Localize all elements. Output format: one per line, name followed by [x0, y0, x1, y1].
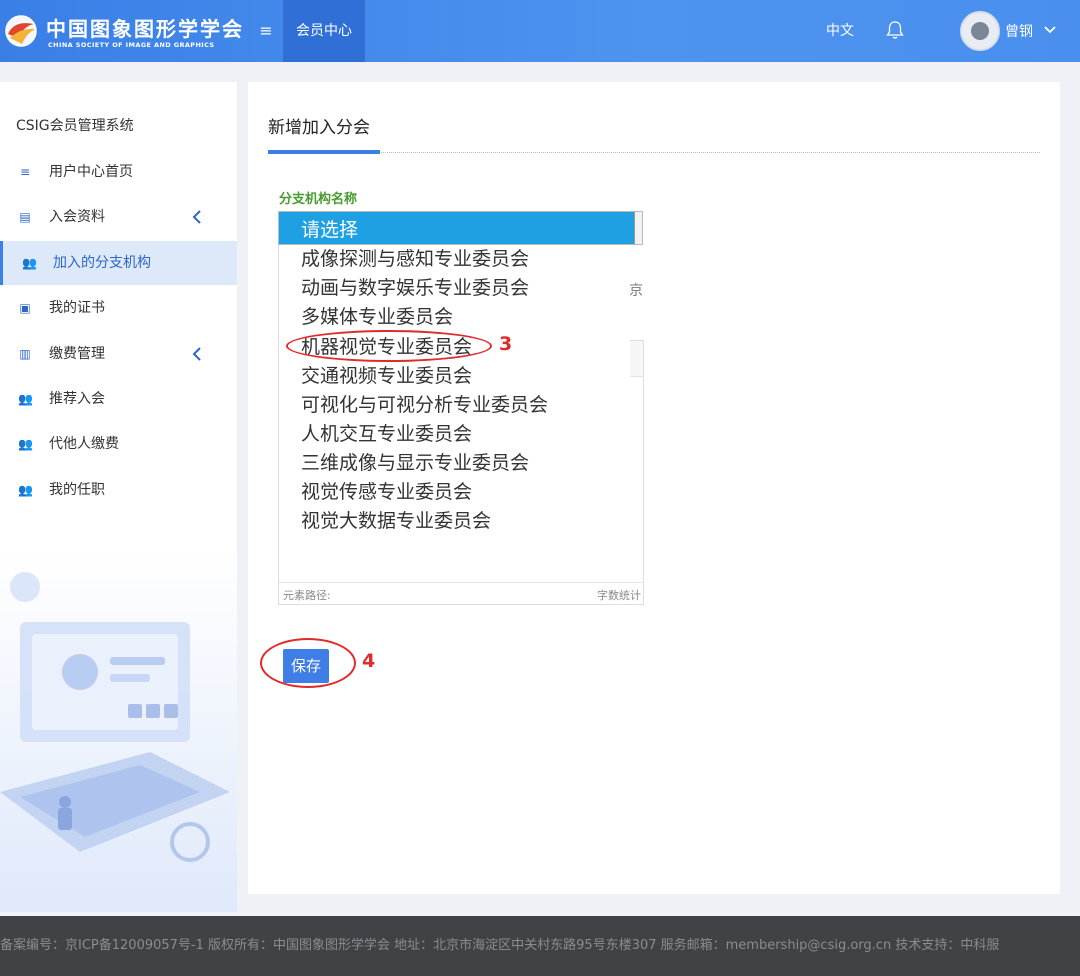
- sidebar-item-branches[interactable]: 👥 加入的分支机构: [0, 241, 237, 285]
- sidebar-item-label: 我的证书: [49, 300, 105, 316]
- dropdown-option[interactable]: 可视化与可视分析专业委员会: [301, 391, 548, 420]
- dropdown-option[interactable]: 多媒体专业委员会: [301, 303, 453, 332]
- sidebar-item-recommend[interactable]: 👥 推荐入会: [0, 377, 237, 421]
- logo-mark-icon: [5, 15, 37, 47]
- payment-icon: ▥: [19, 347, 31, 361]
- sidebar-illustration: [0, 552, 237, 912]
- profile-icon: ▤: [19, 210, 31, 224]
- sidebar-item-label: 缴费管理: [49, 346, 105, 362]
- dropdown-option[interactable]: 交通视频专业委员会: [301, 362, 472, 391]
- annotation-circle-step4: [260, 638, 356, 688]
- users-icon: 👥: [18, 483, 33, 497]
- avatar: [960, 11, 1000, 51]
- sidebar-item-certificate[interactable]: ▣ 我的证书: [0, 286, 237, 330]
- branch-select-value: 请选择: [301, 219, 359, 241]
- dropdown-option[interactable]: 动画与数字娱乐专业委员会: [301, 274, 529, 303]
- dropdown-option[interactable]: 成像探测与感知专业委员会: [301, 245, 529, 274]
- branch-dropdown: 成像探测与感知专业委员会 动画与数字娱乐专业委员会 多媒体专业委员会 机器视觉专…: [278, 245, 630, 537]
- annotation-circle-step3: [286, 330, 492, 362]
- main-panel: 新增加入分会 分支机构名称 京 元素路径: 字数统计 请选择 成像探测与感知专业…: [248, 82, 1060, 894]
- branch-select[interactable]: 请选择: [278, 211, 643, 245]
- sidebar-item-label: 代他人缴费: [49, 436, 119, 452]
- sidebar-item-payment[interactable]: ▥ 缴费管理: [0, 332, 237, 376]
- certificate-icon: ▣: [19, 301, 31, 315]
- sidebar-item-label: 推荐入会: [49, 391, 105, 407]
- sidebar-title: CSIG会员管理系统: [16, 118, 134, 134]
- dropdown-option[interactable]: 视觉传感专业委员会: [301, 478, 472, 507]
- sidebar-item-label: 入会资料: [49, 209, 105, 225]
- title-divider: [268, 152, 1040, 153]
- annotation-number-step3: 3: [499, 333, 513, 355]
- sidebar: CSIG会员管理系统 ≡ 用户中心首页 ▤ 入会资料 👥 加入的分支机构 ▣ 我…: [0, 82, 237, 912]
- page-title: 新增加入分会: [268, 118, 370, 138]
- users-icon: 👥: [18, 437, 33, 451]
- dropdown-option[interactable]: 三维成像与显示专业委员会: [301, 449, 529, 478]
- user-menu[interactable]: 曾钢: [960, 10, 1064, 52]
- user-name: 曾钢: [1005, 24, 1033, 40]
- chevron-down-icon: [1044, 26, 1056, 34]
- sidebar-item-membership-info[interactable]: ▤ 入会资料: [0, 195, 237, 239]
- branch-name-label: 分支机构名称: [279, 192, 358, 207]
- menu-icon[interactable]: ≡: [256, 20, 276, 42]
- sidebar-item-label: 用户中心首页: [49, 164, 133, 180]
- annotation-number-step4: 4: [362, 650, 376, 672]
- list-icon: ≡: [19, 165, 31, 179]
- sidebar-item-positions[interactable]: 👥 我的任职: [0, 468, 237, 512]
- sidebar-item-home[interactable]: ≡ 用户中心首页: [0, 150, 237, 194]
- users-icon: 👥: [18, 392, 33, 406]
- title-accent-bar: [268, 150, 380, 154]
- sidebar-item-label: 加入的分支机构: [53, 255, 151, 271]
- logo-chinese-text: 中国图象图形学学会: [46, 17, 244, 41]
- editor-word-count: 字数统计: [597, 589, 641, 602]
- footer-text: 备案编号：京ICP备12009057号-1 版权所有：中国图象图形学学会 地址：…: [0, 938, 1000, 953]
- chevron-left-icon: [192, 347, 201, 361]
- sidebar-item-pay-for-others[interactable]: 👥 代他人缴费: [0, 422, 237, 466]
- sidebar-item-label: 我的任职: [49, 482, 105, 498]
- footer: 备案编号：京ICP备12009057号-1 版权所有：中国图象图形学学会 地址：…: [0, 916, 1080, 976]
- language-switch[interactable]: 中文: [826, 20, 854, 42]
- hidden-text-fragment: 京: [629, 283, 643, 299]
- bell-icon[interactable]: [884, 19, 906, 41]
- chevron-left-icon: [192, 210, 201, 224]
- editor-status-bar: 元素路径: 字数统计: [279, 582, 643, 604]
- users-icon: 👥: [22, 256, 37, 270]
- logo[interactable]: 中国图象图形学学会 CHINA SOCIETY OF IMAGE AND GRA…: [4, 10, 242, 54]
- editor-path-label: 元素路径:: [283, 589, 331, 602]
- nav-member-center[interactable]: 会员中心: [283, 0, 365, 62]
- select-arrow-icon[interactable]: [634, 212, 642, 244]
- dropdown-option[interactable]: 人机交互专业委员会: [301, 420, 472, 449]
- logo-english-text: CHINA SOCIETY OF IMAGE AND GRAPHICS: [48, 41, 215, 49]
- top-header: 中国图象图形学学会 CHINA SOCIETY OF IMAGE AND GRA…: [0, 0, 1080, 62]
- dropdown-option[interactable]: 视觉大数据专业委员会: [301, 507, 491, 536]
